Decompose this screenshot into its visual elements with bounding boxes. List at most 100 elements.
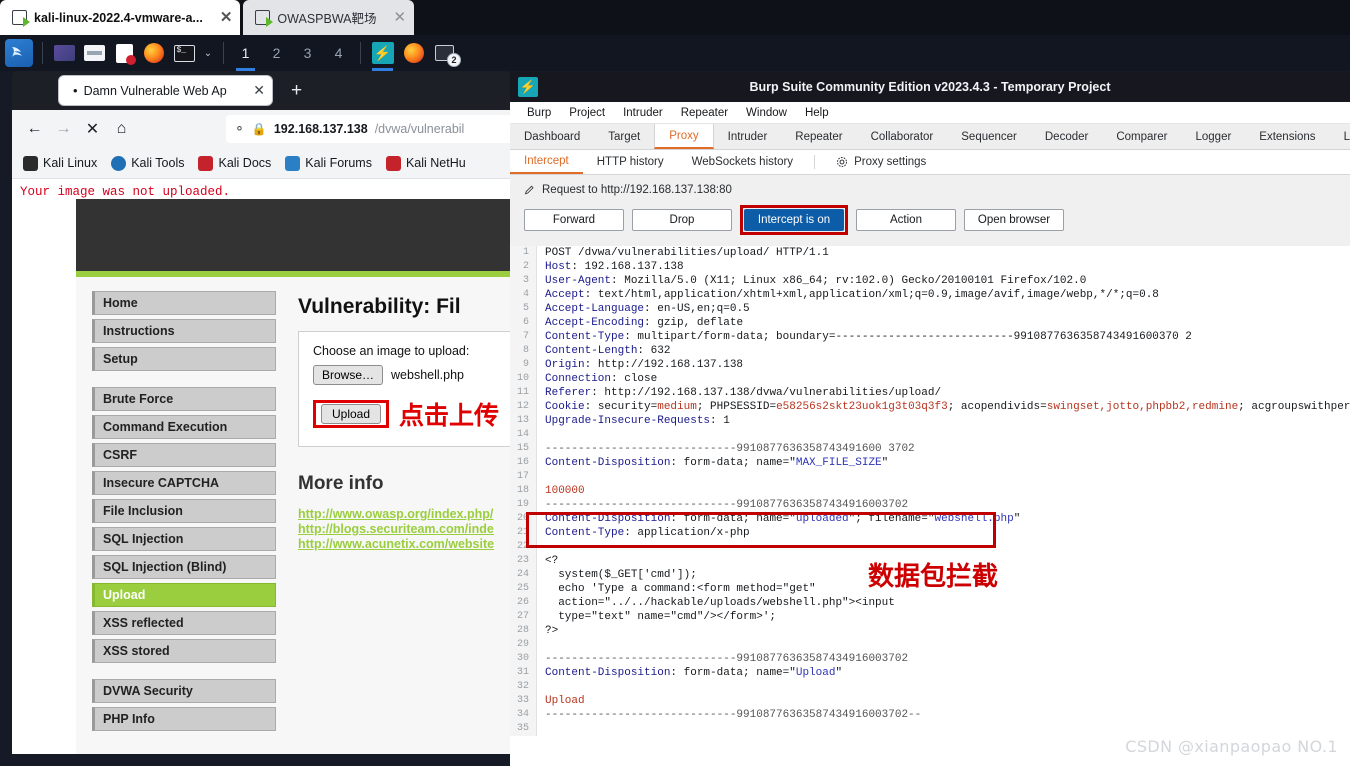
taskbar-terminal[interactable]: 2 <box>429 38 461 68</box>
bookmark-kali-tools[interactable]: Kali Tools <box>106 154 189 173</box>
sidebar-item-php-info[interactable]: PHP Info <box>92 707 276 731</box>
menu-repeater[interactable]: Repeater <box>672 107 737 119</box>
sidebar-item-dvwa-security[interactable]: DVWA Security <box>92 679 276 703</box>
line-text: Accept-Language: en-US,en;q=0.5 <box>536 302 1350 316</box>
forward-icon[interactable]: → <box>49 115 78 144</box>
kali-forums-icon <box>285 155 301 171</box>
line-number: 11 <box>510 386 536 400</box>
proxy-settings-button[interactable]: Proxy settings <box>822 150 940 174</box>
menu-burp[interactable]: Burp <box>518 107 560 119</box>
stop-icon[interactable]: ✕ <box>78 115 107 144</box>
menu-project[interactable]: Project <box>560 107 614 119</box>
request-line: 22 <box>510 540 1350 554</box>
upload-button[interactable]: Upload <box>321 404 382 424</box>
more-info-link-securiteam[interactable]: http://blogs.securiteam.com/inde <box>298 522 510 537</box>
line-number: 3 <box>510 274 536 288</box>
menu-help[interactable]: Help <box>796 107 838 119</box>
sidebar-item-insecure-captcha[interactable]: Insecure CAPTCHA <box>92 471 276 495</box>
sidebar-item-setup[interactable]: Setup <box>92 347 276 371</box>
taskbar-firefox[interactable] <box>398 38 429 68</box>
tab-logger[interactable]: Logger <box>1181 124 1245 149</box>
sidebar-item-upload[interactable]: Upload <box>92 583 276 607</box>
request-line: 26 action="../../hackable/uploads/webshe… <box>510 596 1350 610</box>
vmware-tab-owaspbwa[interactable]: OWASPBWA靶场 ✕ <box>243 0 415 35</box>
line-text <box>536 540 1350 554</box>
firefox-icon[interactable] <box>139 38 169 68</box>
request-line: 17 <box>510 470 1350 484</box>
sidebar-item-xss-reflected[interactable]: XSS reflected <box>92 611 276 635</box>
app-launcher-purple-icon[interactable] <box>49 38 79 68</box>
sidebar-item-file-inclusion[interactable]: File Inclusion <box>92 499 276 523</box>
tab-repeater[interactable]: Repeater <box>781 124 856 149</box>
bookmark-kali-linux[interactable]: Kali Linux <box>18 154 102 173</box>
workspace-2[interactable]: 2 <box>261 38 292 68</box>
back-icon[interactable]: ← <box>20 115 49 144</box>
more-info-link-owasp[interactable]: http://www.owasp.org/index.php/ <box>298 507 510 522</box>
tab-proxy[interactable]: Proxy <box>654 124 714 149</box>
intercept-toggle-button[interactable]: Intercept is on <box>744 209 844 231</box>
workspace-1[interactable]: 1 <box>230 38 261 71</box>
drop-button[interactable]: Drop <box>632 209 732 231</box>
sidebar-item-brute-force[interactable]: Brute Force <box>92 387 276 411</box>
address-bar[interactable]: ⚬ 🔒 192.168.137.138/dvwa/vulnerabil <box>226 115 510 143</box>
tab-intruder[interactable]: Intruder <box>714 124 782 149</box>
kali-menu-icon[interactable] <box>5 39 33 67</box>
lock-broken-icon[interactable]: 🔒 <box>252 122 267 136</box>
text-editor-icon[interactable] <box>109 38 139 68</box>
menu-intruder[interactable]: Intruder <box>614 107 672 119</box>
vmware-tab-kali[interactable]: kali-linux-2022.4-vmware-a... ✕ <box>0 0 241 35</box>
line-number: 1 <box>510 246 536 260</box>
tab-comparer[interactable]: Comparer <box>1102 124 1181 149</box>
tab-decoder[interactable]: Decoder <box>1031 124 1102 149</box>
request-line: 19 -----------------------------991087763… <box>510 498 1350 512</box>
chevron-down-icon[interactable]: ⌄ <box>199 48 217 59</box>
request-line: 14 <box>510 428 1350 442</box>
line-number: 33 <box>510 694 536 708</box>
tab-collaborator[interactable]: Collaborator <box>857 124 948 149</box>
firefox-tab-dvwa[interactable]: • Damn Vulnerable Web Ap ✕ <box>58 75 273 106</box>
tab-sequencer[interactable]: Sequencer <box>947 124 1031 149</box>
action-button[interactable]: Action <box>856 209 956 231</box>
forward-button[interactable]: Forward <box>524 209 624 231</box>
upload-highlight-box: Upload <box>313 400 390 428</box>
request-line: 7 Content-Type: multipart/form-data; boun… <box>510 330 1350 344</box>
tab-extensions[interactable]: Extensions <box>1245 124 1329 149</box>
sidebar-item-sql-injection[interactable]: SQL Injection <box>92 527 276 551</box>
request-line: 34 -----------------------------991087763… <box>510 708 1350 722</box>
new-tab-button[interactable]: + <box>291 80 302 106</box>
terminal-icon[interactable]: $_ <box>169 38 199 68</box>
tab-learn[interactable]: Lear <box>1330 124 1350 149</box>
bookmark-kali-nethunter[interactable]: Kali NetHu <box>381 154 471 173</box>
workspace-4[interactable]: 4 <box>323 38 354 68</box>
request-line: 28 ?> <box>510 624 1350 638</box>
tab-dashboard[interactable]: Dashboard <box>510 124 594 149</box>
file-manager-icon[interactable] <box>79 38 109 68</box>
bookmark-kali-forums[interactable]: Kali Forums <box>280 154 377 173</box>
sidebar-item-home[interactable]: Home <box>92 291 276 315</box>
request-editor[interactable]: 1 POST /dvwa/vulnerabilities/upload/ HTTP… <box>510 246 1350 766</box>
open-browser-button[interactable]: Open browser <box>964 209 1064 231</box>
close-icon[interactable]: ✕ <box>245 82 265 99</box>
subtab-intercept[interactable]: Intercept <box>510 150 583 174</box>
tab-target[interactable]: Target <box>594 124 654 149</box>
request-target: Request to http://192.168.137.138:80 <box>510 179 1350 201</box>
sidebar-item-csrf[interactable]: CSRF <box>92 443 276 467</box>
bookmarks-bar: Kali Linux Kali Tools Kali Docs Kali For… <box>12 148 510 179</box>
sidebar-item-xss-stored[interactable]: XSS stored <box>92 639 276 663</box>
browse-button[interactable]: Browse… <box>313 365 384 385</box>
sidebar-item-command-execution[interactable]: Command Execution <box>92 415 276 439</box>
subtab-websockets-history[interactable]: WebSockets history <box>678 150 807 174</box>
more-info-link-acunetix[interactable]: http://www.acunetix.com/website <box>298 537 510 552</box>
close-icon[interactable]: ✕ <box>394 10 407 25</box>
workspace-3[interactable]: 3 <box>292 38 323 68</box>
menu-window[interactable]: Window <box>737 107 796 119</box>
sidebar-item-instructions[interactable]: Instructions <box>92 319 276 343</box>
close-icon[interactable]: ✕ <box>220 10 233 25</box>
bookmark-kali-docs[interactable]: Kali Docs <box>193 154 276 173</box>
home-icon[interactable]: ⌂ <box>107 115 136 144</box>
subtab-http-history[interactable]: HTTP history <box>583 150 678 174</box>
shield-icon[interactable]: ⚬ <box>234 121 245 137</box>
sidebar-item-sql-injection-blind[interactable]: SQL Injection (Blind) <box>92 555 276 579</box>
taskbar-burp-suite[interactable]: ⚡ <box>367 38 398 71</box>
line-number: 2 <box>510 260 536 274</box>
